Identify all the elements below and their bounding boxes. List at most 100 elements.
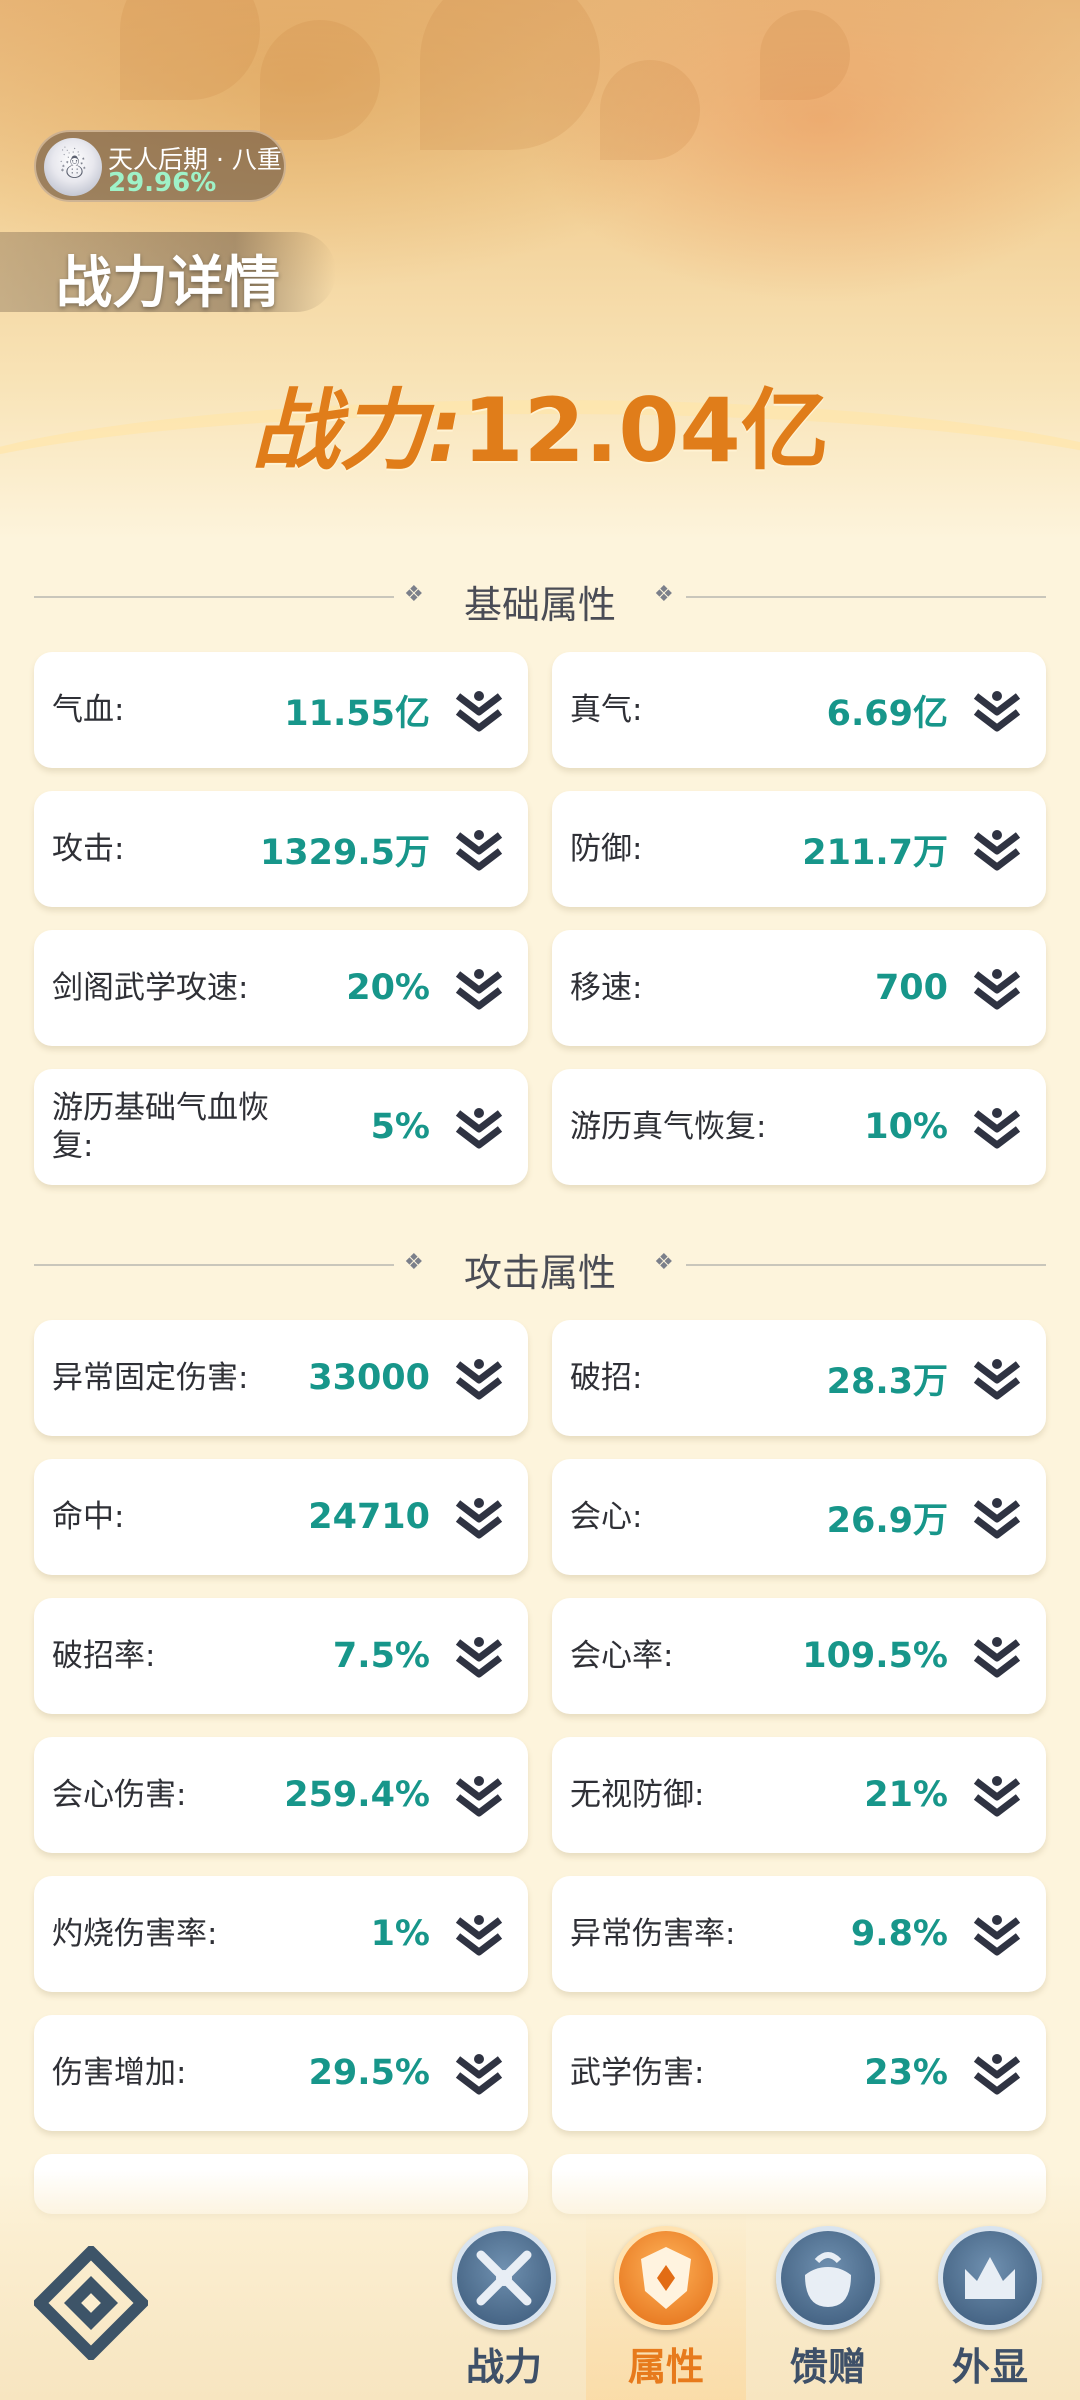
stat-label: 异常伤害率:: [570, 1916, 736, 1952]
stat-label: 破招:: [570, 1360, 643, 1396]
stat-label: 武学伤害:: [570, 2055, 705, 2091]
stat-label: 游历基础气血恢复:: [52, 1090, 269, 1164]
nav-tab-gifts[interactable]: 馈赠: [748, 2210, 908, 2400]
chevron-down-icon[interactable]: [452, 2049, 506, 2099]
chevron-down-icon[interactable]: [452, 1354, 506, 1404]
realm-avatar-icon: ☃: [44, 138, 102, 196]
stat-label: 移速:: [570, 970, 643, 1006]
nav-tab-appearance[interactable]: 外显: [910, 2210, 1070, 2400]
stat-value: 1329.5万: [259, 832, 430, 873]
stat-value: 259.4%: [284, 1775, 430, 1815]
stat-value: 20%: [346, 968, 430, 1008]
nav-label: 战力: [465, 2345, 542, 2389]
stat-value: 9.8%: [850, 1914, 948, 1954]
nav-label: 馈赠: [789, 2345, 866, 2389]
stat-card[interactable]: 无视防御: 21%: [552, 1737, 1046, 1853]
stat-value: 33000: [308, 1358, 430, 1398]
chevron-down-icon[interactable]: [970, 1771, 1024, 1821]
section-header-attack: ❖ 攻击属性 ❖: [34, 1240, 1046, 1295]
stat-value: 10%: [864, 1107, 948, 1147]
stat-card[interactable]: 破招: 28.3万: [552, 1320, 1046, 1436]
chevron-down-icon[interactable]: [452, 825, 506, 875]
stat-card[interactable]: 移速: 700: [552, 930, 1046, 1046]
section-title: 攻击属性: [463, 1251, 616, 1295]
stat-label: 灼烧伤害率:: [52, 1916, 218, 1952]
stat-card[interactable]: 破招率: 7.5%: [34, 1598, 528, 1714]
stat-card[interactable]: 武学伤害: 23%: [552, 2015, 1046, 2131]
page-title-banner: 战力详情: [0, 232, 336, 316]
stat-value: 1%: [370, 1914, 430, 1954]
nav-label: 外显: [951, 2345, 1028, 2389]
chevron-down-icon[interactable]: [452, 1103, 506, 1153]
stat-card[interactable]: 会心: 26.9万: [552, 1459, 1046, 1575]
realm-progress-percent: 29.96%: [108, 168, 217, 198]
section-header-basic: ❖ 基础属性 ❖: [34, 572, 1046, 627]
stat-label: 防御:: [570, 831, 643, 867]
power-value: 12.04亿: [462, 379, 829, 482]
stat-value: 23%: [864, 2053, 948, 2093]
swords-icon: [452, 2226, 556, 2330]
nav-tab-power[interactable]: 战力: [424, 2210, 584, 2400]
chevron-down-icon[interactable]: [970, 1103, 1024, 1153]
chevron-down-icon[interactable]: [970, 1910, 1024, 1960]
chevron-down-icon[interactable]: [452, 1493, 506, 1543]
stat-card[interactable]: 伤害增加: 29.5%: [34, 2015, 528, 2131]
stat-card[interactable]: 命中: 24710: [34, 1459, 528, 1575]
stat-value: 6.69亿: [826, 693, 948, 734]
section-title: 基础属性: [463, 583, 616, 627]
stat-card[interactable]: 游历真气恢复: 10%: [552, 1069, 1046, 1185]
stat-label: 真气:: [570, 692, 643, 728]
chevron-down-icon[interactable]: [452, 1632, 506, 1682]
app-logo-icon[interactable]: [34, 2246, 148, 2360]
stat-value: 5%: [370, 1107, 430, 1147]
stat-card[interactable]: 防御: 211.7万: [552, 791, 1046, 907]
stat-label: 命中:: [52, 1499, 125, 1535]
stat-card[interactable]: 攻击: 1329.5万: [34, 791, 528, 907]
shield-icon: [614, 2226, 718, 2330]
chevron-down-icon[interactable]: [452, 964, 506, 1014]
stat-card[interactable]: 异常伤害率: 9.8%: [552, 1876, 1046, 1992]
stat-value: 26.9万: [826, 1500, 948, 1541]
nav-tab-attributes[interactable]: 属性: [586, 2210, 746, 2400]
stat-card[interactable]: 异常固定伤害: 33000: [34, 1320, 528, 1436]
stat-card[interactable]: 游历基础气血恢复: 5%: [34, 1069, 528, 1185]
chevron-down-icon[interactable]: [970, 825, 1024, 875]
chevron-down-icon[interactable]: [452, 1910, 506, 1960]
chevron-down-icon[interactable]: [970, 2049, 1024, 2099]
chevron-down-icon[interactable]: [452, 1771, 506, 1821]
stat-card[interactable]: 真气: 6.69亿: [552, 652, 1046, 768]
stat-value: 11.55亿: [284, 693, 430, 734]
stat-card[interactable]: 剑阁武学攻速: 20%: [34, 930, 528, 1046]
stat-label: 气血:: [52, 692, 125, 728]
stat-value: 29.5%: [308, 2053, 430, 2093]
stat-label: 会心:: [570, 1499, 643, 1535]
chevron-down-icon[interactable]: [970, 686, 1024, 736]
crown-icon: [938, 2226, 1042, 2330]
stat-card[interactable]: 灼烧伤害率: 1%: [34, 1876, 528, 1992]
stat-label: 剑阁武学攻速:: [52, 970, 249, 1006]
chevron-down-icon[interactable]: [970, 964, 1024, 1014]
stat-value: 109.5%: [802, 1636, 948, 1676]
page-title: 战力详情: [56, 251, 280, 316]
chevron-down-icon[interactable]: [452, 686, 506, 736]
chevron-down-icon[interactable]: [970, 1493, 1024, 1543]
stat-label: 伤害增加:: [52, 2055, 187, 2091]
stat-label: 无视防御:: [570, 1777, 705, 1813]
stat-label: 会心伤害:: [52, 1777, 187, 1813]
stat-label: 异常固定伤害:: [52, 1360, 249, 1396]
stat-value: 211.7万: [802, 832, 948, 873]
power-label: 战力:: [251, 379, 463, 482]
stat-card[interactable]: 会心伤害: 259.4%: [34, 1737, 528, 1853]
stat-label: 破招率:: [52, 1638, 156, 1674]
chevron-down-icon[interactable]: [970, 1354, 1024, 1404]
realm-badge[interactable]: ☃ 天人后期 · 八重 29.96%: [34, 130, 286, 202]
stat-label: 攻击:: [52, 831, 125, 867]
stat-card[interactable]: 气血: 11.55亿: [34, 652, 528, 768]
chevron-down-icon[interactable]: [970, 1632, 1024, 1682]
stat-label: 游历真气恢复:: [570, 1109, 767, 1145]
gift-bag-icon: [776, 2226, 880, 2330]
power-display: 战力:12.04亿: [0, 360, 1080, 487]
nav-label: 属性: [627, 2345, 704, 2389]
stat-card[interactable]: 会心率: 109.5%: [552, 1598, 1046, 1714]
stat-value: 24710: [308, 1497, 430, 1537]
